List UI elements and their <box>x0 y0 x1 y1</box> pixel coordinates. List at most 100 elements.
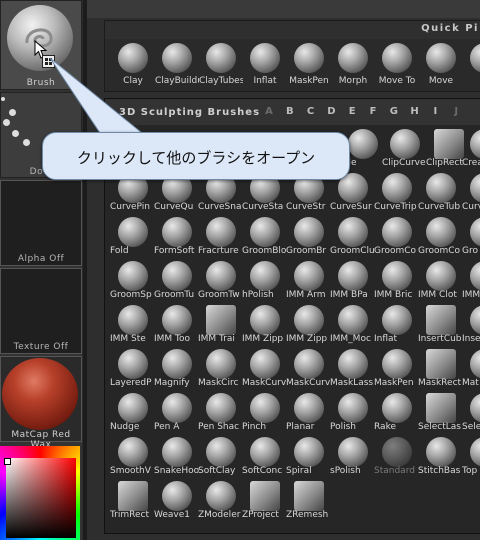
brush-cell[interactable]: SnakeHoo <box>154 433 199 476</box>
brush-cell[interactable]: MaskCurv <box>242 345 287 388</box>
brush-cell[interactable]: IMM Trai <box>198 301 243 344</box>
brush-cell[interactable]: MaskPen <box>374 345 419 388</box>
brush-cell[interactable]: Pen Shac <box>198 389 243 432</box>
brush-cell[interactable]: InsertCub <box>418 301 463 344</box>
brush-cell[interactable]: MaskCurv <box>286 345 331 388</box>
brush-cell[interactable]: Planar <box>286 389 331 432</box>
brush-cell[interactable]: Spiral <box>286 433 331 476</box>
brush-label: Inflat <box>374 334 398 344</box>
brush-cell[interactable]: IMM Zipp <box>286 301 331 344</box>
brush-cell[interactable]: LayeredP <box>110 345 155 388</box>
letter-filter-button[interactable]: A <box>262 106 276 117</box>
texture-slot[interactable]: Texture Off <box>0 268 82 354</box>
brush-label: LayeredP <box>110 378 152 388</box>
quick-pick-brush[interactable]: ClayTubes <box>199 43 243 89</box>
brush-cell[interactable]: Crea <box>462 125 480 168</box>
brush-icon <box>470 393 480 423</box>
brush-cell[interactable]: StitchBas <box>418 433 463 476</box>
letter-filter-button[interactable]: G <box>387 106 401 117</box>
brush-cell[interactable]: IMM_Moc <box>330 301 375 344</box>
brush-cell[interactable]: IMM Arm <box>286 257 331 300</box>
brush-cell[interactable]: Fold <box>110 213 155 256</box>
brush-cell[interactable]: Magnify <box>154 345 199 388</box>
brush-cell[interactable]: GroomSp <box>110 257 155 300</box>
brush-cell[interactable]: MaskCirc <box>198 345 243 388</box>
brush-cell[interactable]: SmoothV <box>110 433 155 476</box>
brush-cell[interactable]: IMM Too <box>154 301 199 344</box>
brush-cell[interactable]: ClipCurve <box>382 125 427 168</box>
letter-filter-button[interactable]: J <box>449 106 463 117</box>
brush-cell[interactable]: GroomClu <box>330 213 375 256</box>
brush-label: CurveTub <box>418 202 461 212</box>
brush-cell[interactable]: Fracrture <box>198 213 243 256</box>
brush-cell[interactable]: ZModeler <box>198 477 243 520</box>
brush-cell[interactable]: CurveTrip <box>374 169 419 212</box>
brush-cell[interactable]: CurveTub <box>418 169 463 212</box>
brush-cell[interactable]: IMM BPa <box>330 257 375 300</box>
color-picker[interactable] <box>0 446 80 540</box>
brush-cell[interactable]: Inse <box>462 301 480 344</box>
brush-cell[interactable]: Inflat <box>374 301 419 344</box>
letter-filter-button[interactable]: B <box>283 106 297 117</box>
brush-label: MaskLass <box>330 378 374 388</box>
brush-cell[interactable]: CurveTub <box>462 169 480 212</box>
quick-pick-brush[interactable]: Move To <box>375 43 419 89</box>
brush-cell[interactable]: Standard <box>374 433 419 476</box>
brush-icon <box>426 305 456 335</box>
brush-cell[interactable]: FormSoft <box>154 213 199 256</box>
letter-filter-button[interactable]: C <box>304 106 318 117</box>
quick-pick-brush[interactable]: Inflat <box>243 43 287 89</box>
brush-icon <box>206 261 236 291</box>
brush-cell[interactable]: Pinch <box>242 389 287 432</box>
brush-cell[interactable]: Polish <box>330 389 375 432</box>
brush-cell[interactable]: hPolish <box>242 257 287 300</box>
brush-cell[interactable]: ZProject <box>242 477 287 520</box>
brush-cell[interactable]: GroomCo <box>418 213 463 256</box>
brush-cell[interactable]: SelectLas <box>418 389 463 432</box>
brush-cell[interactable]: sPolish <box>330 433 375 476</box>
brush-icon <box>250 349 280 379</box>
brush-cell[interactable]: MaskLass <box>330 345 375 388</box>
letter-filter-button[interactable]: I <box>428 106 442 117</box>
brush-cell[interactable]: GroomBlo <box>242 213 287 256</box>
letter-filter-button[interactable]: D <box>324 106 338 117</box>
brush-cell[interactable]: GroomTw <box>198 257 243 300</box>
brush-cell[interactable]: IMM Ste <box>110 301 155 344</box>
brush-icon <box>382 349 412 379</box>
brush-cell[interactable]: IMM Bric <box>374 257 419 300</box>
brush-cell[interactable]: GroomTu <box>154 257 199 300</box>
brush-cell[interactable]: IMM Clot <box>418 257 463 300</box>
brush-cell[interactable]: Top <box>462 433 480 476</box>
brush-icon <box>162 349 192 379</box>
letter-filter-button[interactable]: F <box>366 106 380 117</box>
brush-cell[interactable]: Gro <box>462 213 480 256</box>
brush-cell[interactable]: IMM Zipp <box>242 301 287 344</box>
brush-cell[interactable]: Rake <box>374 389 419 432</box>
quick-pick-brush[interactable]: Move <box>419 43 463 89</box>
letter-filter-button[interactable]: H <box>408 106 422 117</box>
brush-cell[interactable]: Mat <box>462 345 480 388</box>
brush-cell[interactable]: SoftClay <box>198 433 243 476</box>
brush-cell[interactable]: Weave1 <box>154 477 199 520</box>
brush-cell[interactable]: SoftConc <box>242 433 287 476</box>
brush-cell[interactable]: IMM <box>462 257 480 300</box>
quick-pick-brush[interactable]: Morph <box>331 43 375 89</box>
brush-label: Planar <box>286 422 315 432</box>
color-saturation-square[interactable] <box>6 458 76 538</box>
brush-cell[interactable]: TrimRect <box>110 477 155 520</box>
brush-cell[interactable]: Nudge <box>110 389 155 432</box>
material-slot[interactable]: MatCap Red Wax <box>0 356 82 450</box>
brush-cell[interactable]: GroomCo <box>374 213 419 256</box>
brush-cell[interactable]: ZRemesh <box>286 477 331 520</box>
brush-icon <box>118 393 148 423</box>
quick-pick-brush[interactable]: Pi <box>463 43 480 89</box>
quick-pick-brush[interactable]: MaskPen <box>287 43 331 89</box>
brush-cell[interactable]: GroomBr <box>286 213 331 256</box>
brush-cell[interactable]: MaskRect <box>418 345 463 388</box>
quick-pick-brush[interactable]: ClayBuildu <box>155 43 199 89</box>
brush-cell[interactable]: Pen A <box>154 389 199 432</box>
brush-cell[interactable]: Sele <box>462 389 480 432</box>
alpha-slot[interactable]: Alpha Off <box>0 180 82 266</box>
color-picker-handle[interactable] <box>4 458 11 465</box>
letter-filter-button[interactable]: E <box>345 106 359 117</box>
